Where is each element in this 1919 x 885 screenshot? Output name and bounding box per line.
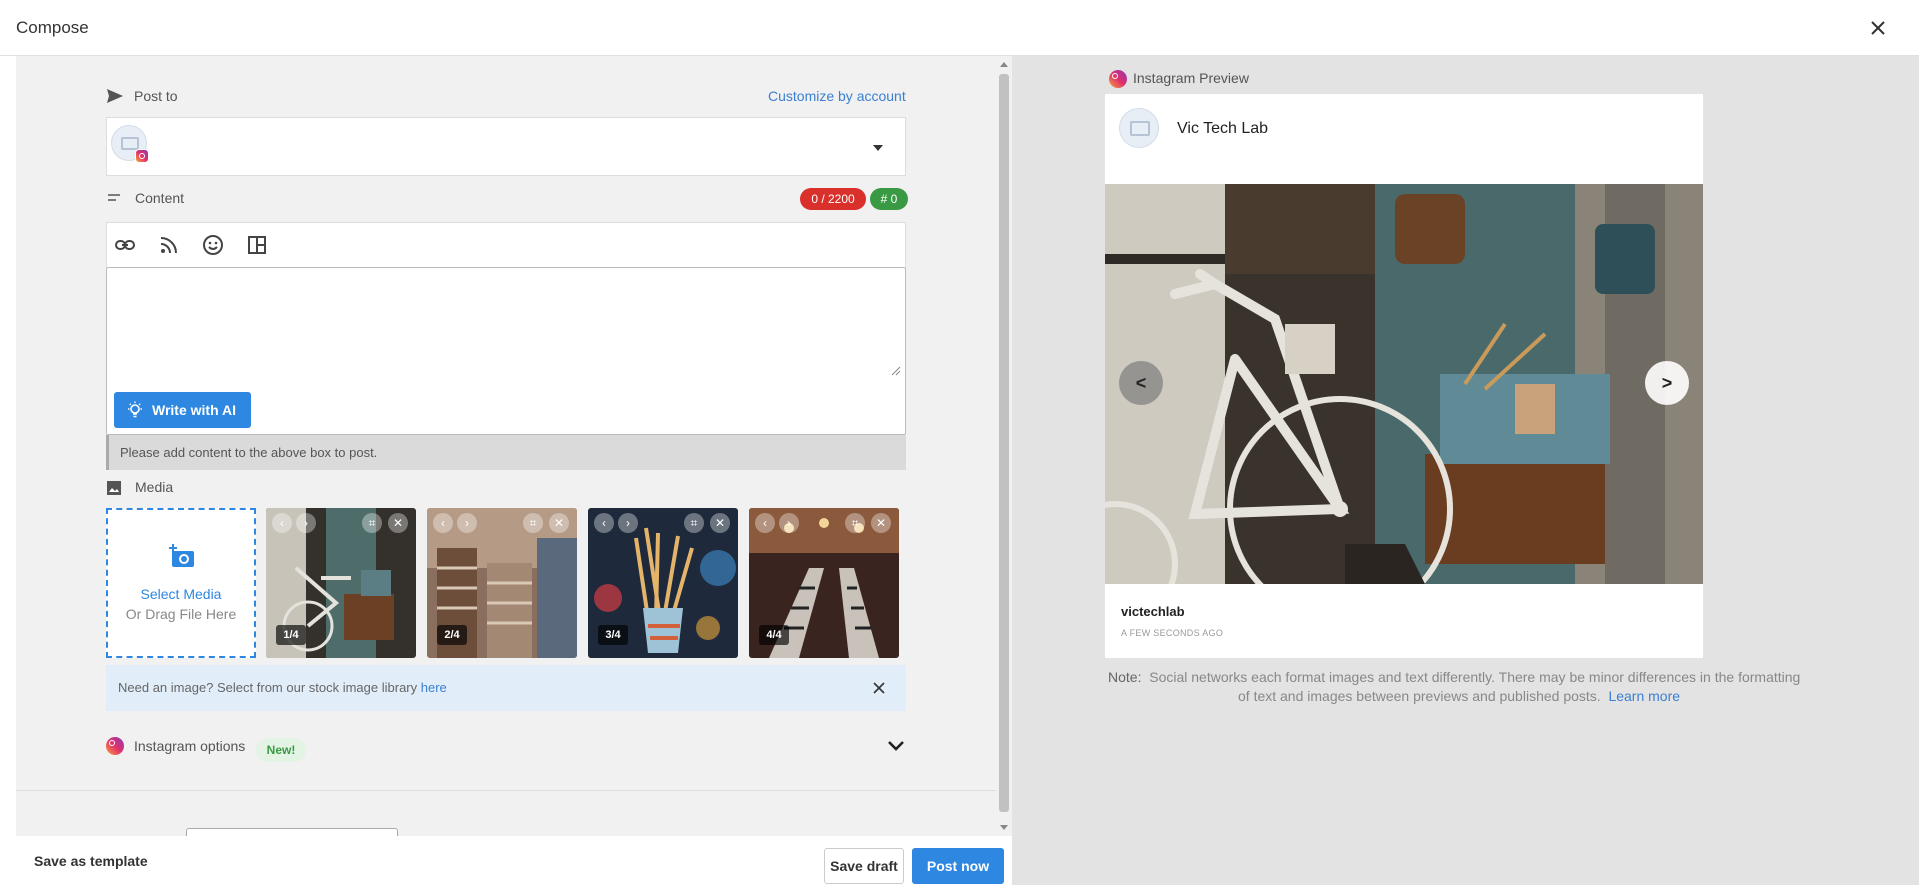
move-right-icon[interactable]: › xyxy=(618,513,638,533)
account-selector[interactable] xyxy=(106,117,906,176)
write-with-ai-button[interactable]: Write with AI xyxy=(114,392,251,428)
compose-header: Compose xyxy=(0,0,1919,56)
image-icon xyxy=(107,481,121,495)
hashtag-count-badge: # 0 xyxy=(870,188,908,210)
preview-image: < > xyxy=(1105,184,1703,584)
thumbnail-index-badge: 3/4 xyxy=(598,625,628,645)
remove-icon[interactable]: ✕ xyxy=(871,513,891,533)
select-media-dropzone[interactable]: Select Media Or Drag File Here xyxy=(106,508,256,658)
crop-icon[interactable]: ⌗ xyxy=(684,513,704,533)
send-icon xyxy=(107,89,123,103)
stock-image-banner: Need an image? Select from our stock ima… xyxy=(106,665,906,711)
remove-icon[interactable]: ✕ xyxy=(549,513,569,533)
content-warning: Please add content to the above box to p… xyxy=(106,435,906,470)
preview-panel: Instagram Preview Vic Tech Lab < > victe… xyxy=(1012,56,1919,885)
content-label: Content xyxy=(135,190,185,206)
note-text-line1: Social networks each format images and t… xyxy=(1149,669,1801,685)
next-slide-button[interactable]: > xyxy=(1645,361,1689,405)
move-right-icon[interactable]: › xyxy=(457,513,477,533)
move-left-icon[interactable]: ‹ xyxy=(433,513,453,533)
crop-icon[interactable]: ⌗ xyxy=(362,513,382,533)
drag-file-label: Or Drag File Here xyxy=(125,606,237,622)
compose-panel: Post to Customize by account Content 0 /… xyxy=(16,56,996,885)
media-thumbnail[interactable]: ‹ › ⌗ ✕ 4/4 xyxy=(749,508,899,658)
bicycle-photo xyxy=(1105,184,1703,584)
link-icon[interactable] xyxy=(113,233,137,257)
instagram-icon xyxy=(106,737,124,755)
resize-handle-icon[interactable] xyxy=(891,366,901,376)
save-as-template-button[interactable]: Save as template xyxy=(34,853,148,869)
content-editor[interactable]: Write with AI xyxy=(106,267,906,435)
preview-username: victechlab xyxy=(1121,604,1185,619)
char-count-badge: 0 / 2200 xyxy=(800,188,866,210)
content-toolbar xyxy=(106,222,906,267)
template-icon[interactable] xyxy=(245,233,269,257)
close-icon[interactable] xyxy=(872,681,886,695)
chevron-down-icon[interactable] xyxy=(873,145,883,151)
thumbnail-index-badge: 1/4 xyxy=(276,625,306,645)
preview-header: Instagram Preview xyxy=(1133,70,1249,86)
move-left-icon[interactable]: ‹ xyxy=(755,513,775,533)
previous-slide-button[interactable]: < xyxy=(1119,361,1163,405)
media-label: Media xyxy=(135,479,174,495)
rss-icon[interactable] xyxy=(157,233,181,257)
move-left-icon[interactable]: ‹ xyxy=(594,513,614,533)
select-media-label: Select Media xyxy=(140,586,222,602)
compose-scrollbar[interactable] xyxy=(996,56,1012,836)
move-right-icon[interactable]: › xyxy=(296,513,316,533)
stock-library-link[interactable]: here xyxy=(421,680,447,695)
customize-by-account-link[interactable]: Customize by account xyxy=(768,88,906,104)
chevron-down-icon[interactable] xyxy=(886,739,906,753)
crop-icon[interactable]: ⌗ xyxy=(845,513,865,533)
media-thumbnail[interactable]: ‹ › ⌗ ✕ 2/4 xyxy=(427,508,577,658)
new-badge: New! xyxy=(256,738,306,762)
text-lines-icon xyxy=(108,194,120,201)
section-divider xyxy=(16,790,996,791)
scrollbar-thumb[interactable] xyxy=(999,74,1009,812)
thumbnail-index-badge: 4/4 xyxy=(759,625,789,645)
lightbulb-icon xyxy=(128,401,142,418)
window-title: Compose xyxy=(16,18,89,37)
thumbnail-index-badge: 2/4 xyxy=(437,625,467,645)
emoji-icon[interactable] xyxy=(201,233,225,257)
profile-name: Vic Tech Lab xyxy=(1177,120,1269,137)
instagram-options-label[interactable]: Instagram options xyxy=(134,738,245,754)
post-to-label: Post to xyxy=(134,88,178,104)
move-left-icon[interactable]: ‹ xyxy=(272,513,292,533)
remove-icon[interactable]: ✕ xyxy=(388,513,408,533)
post-now-button[interactable]: Post now xyxy=(912,848,1004,884)
media-thumbnail[interactable]: ‹ › ⌗ ✕ 3/4 xyxy=(588,508,738,658)
instagram-badge-icon xyxy=(135,149,149,163)
media-thumbnail[interactable]: ‹ › ⌗ ✕ 1/4 xyxy=(266,508,416,658)
save-draft-button[interactable]: Save draft xyxy=(824,848,904,884)
content-warning-text: Please add content to the above box to p… xyxy=(120,445,378,460)
remove-icon[interactable]: ✕ xyxy=(710,513,730,533)
close-icon[interactable] xyxy=(1864,14,1892,42)
note-text-line2: of text and images between previews and … xyxy=(1238,688,1601,704)
add-photo-icon xyxy=(169,544,194,567)
note-label: Note: xyxy=(1108,669,1142,685)
instagram-preview-card: Vic Tech Lab < > victechlab A FEW SECOND… xyxy=(1105,94,1703,658)
crop-icon[interactable]: ⌗ xyxy=(523,513,543,533)
compose-footer: Save as template Save draft Post now xyxy=(16,836,1012,885)
learn-more-link[interactable]: Learn more xyxy=(1608,688,1680,704)
move-right-icon[interactable]: › xyxy=(779,513,799,533)
profile-avatar xyxy=(1119,108,1159,148)
instagram-icon xyxy=(1109,70,1127,88)
write-with-ai-label: Write with AI xyxy=(152,402,236,418)
preview-timestamp: A FEW SECONDS AGO xyxy=(1121,628,1224,638)
stock-image-text: Need an image? Select from our stock ima… xyxy=(118,680,447,695)
